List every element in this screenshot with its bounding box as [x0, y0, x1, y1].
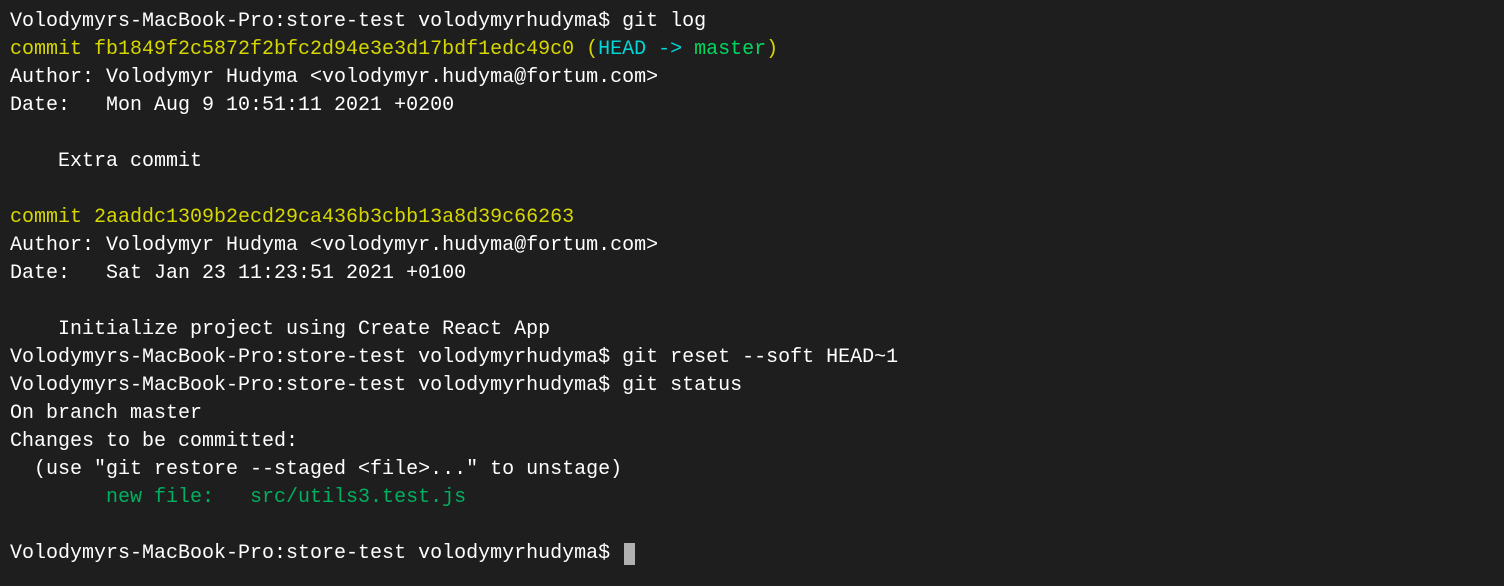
author-line: Author: Volodymyr Hudyma <volodymyr.hudy…	[10, 234, 658, 257]
commit-message: Extra commit	[10, 150, 202, 173]
shell-prompt: Volodymyrs-MacBook-Pro:store-test volody…	[10, 374, 622, 397]
terminal-output[interactable]: Volodymyrs-MacBook-Pro:store-test volody…	[10, 8, 1494, 568]
shell-prompt: Volodymyrs-MacBook-Pro:store-test volody…	[10, 346, 622, 369]
date-line: Date: Sat Jan 23 11:23:51 2021 +0100	[10, 262, 466, 285]
head-ref: HEAD ->	[598, 38, 694, 61]
command-text: git reset --soft HEAD~1	[622, 346, 898, 369]
status-line: On branch master	[10, 402, 202, 425]
author-line: Author: Volodymyr Hudyma <volodymyr.hudy…	[10, 66, 658, 89]
status-line: Changes to be committed:	[10, 430, 298, 453]
status-hint: (use "git restore --staged <file>..." to…	[10, 458, 622, 481]
commit-line: commit 2aaddc1309b2ecd29ca436b3cbb13a8d3…	[10, 206, 574, 229]
staged-file: new file: src/utils3.test.js	[10, 486, 466, 509]
cursor	[624, 543, 635, 565]
commit-message: Initialize project using Create React Ap…	[10, 318, 550, 341]
shell-prompt: Volodymyrs-MacBook-Pro:store-test volody…	[10, 542, 622, 565]
branch-name: master	[694, 38, 766, 61]
commit-line: commit fb1849f2c5872f2bfc2d94e3e3d17bdf1…	[10, 38, 598, 61]
shell-prompt: Volodymyrs-MacBook-Pro:store-test volody…	[10, 10, 622, 33]
paren-close: )	[766, 38, 778, 61]
command-text: git status	[622, 374, 742, 397]
command-text: git log	[622, 10, 706, 33]
date-line: Date: Mon Aug 9 10:51:11 2021 +0200	[10, 94, 454, 117]
